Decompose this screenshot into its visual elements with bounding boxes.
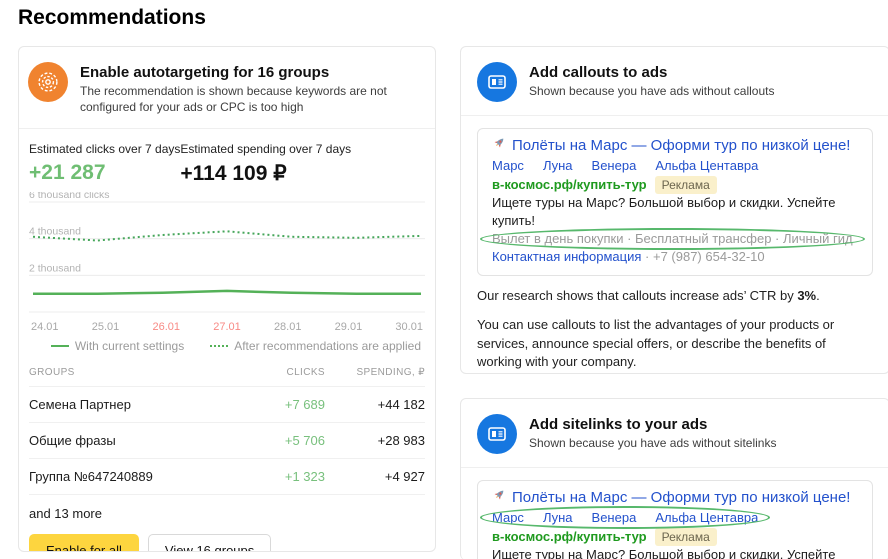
- callouts-usage-text: You can use callouts to list the advanta…: [477, 316, 873, 371]
- groups-table: GROUPS CLICKS SPENDING, ₽ Семена Партнер…: [29, 361, 425, 521]
- autotargeting-target-icon: [28, 62, 68, 102]
- ad-badge: Реклама: [655, 528, 717, 546]
- stat-value: +114 109 ₽: [180, 161, 351, 186]
- x-tick-label: 24.01: [31, 321, 59, 333]
- card-title: Add callouts to ads: [529, 64, 775, 81]
- view-groups-button[interactable]: View 16 groups: [148, 534, 271, 552]
- chart-legend: With current settings After recommendati…: [29, 333, 425, 353]
- clicks-cell: +5 706: [240, 433, 325, 448]
- ad-badge: Реклама: [655, 176, 717, 194]
- ad-sitelink[interactable]: Венера: [592, 509, 637, 527]
- estimated-spending-stat: Estimated spending over 7 days +114 109 …: [180, 142, 351, 186]
- clicks-cell: +1 323: [240, 469, 325, 484]
- estimated-clicks-stat: Estimated clicks over 7 days +21 287: [29, 142, 180, 186]
- spending-cell: +4 927: [325, 469, 425, 484]
- ad-display-url[interactable]: в-космос.рф/купить-тур: [492, 529, 647, 544]
- ad-card-icon: [477, 414, 517, 454]
- table-row: Группа №647240889+1 323+4 927: [29, 459, 425, 495]
- ad-sitelink[interactable]: Луна: [543, 509, 573, 527]
- legend-label: With current settings: [75, 339, 184, 353]
- stat-label: Estimated clicks over 7 days: [29, 142, 180, 156]
- ad-sitelink[interactable]: Альфа Центавра: [655, 157, 758, 175]
- legend-item-after: After recommendations are applied: [210, 339, 421, 353]
- enable-for-all-button[interactable]: Enable for all: [29, 534, 139, 552]
- groups-table-header: GROUPS CLICKS SPENDING, ₽: [29, 361, 425, 387]
- sitelinks-card: Add sitelinks to your ads Shown because …: [460, 398, 888, 559]
- legend-label: After recommendations are applied: [234, 339, 421, 353]
- spending-cell: +44 182: [325, 397, 425, 412]
- callouts-card: Add callouts to ads Shown because you ha…: [460, 46, 888, 374]
- stat-label: Estimated spending over 7 days: [180, 142, 351, 156]
- column-header-groups: GROUPS: [29, 367, 240, 378]
- ad-sitelink[interactable]: Марс: [492, 509, 524, 527]
- stat-value: +21 287: [29, 161, 180, 185]
- chart-x-axis: 24.01 25.01 26.01 27.01 28.01 29.01 30.01: [29, 318, 425, 333]
- ad-sitelink[interactable]: Альфа Центавра: [655, 509, 758, 527]
- rocket-icon: [492, 136, 506, 156]
- separator-dot: ·: [645, 249, 649, 264]
- svg-text:2 thousand: 2 thousand: [29, 263, 81, 275]
- ad-sitelink[interactable]: Луна: [543, 157, 573, 175]
- ad-sitelinks-row: Марс Луна Венера Альфа Центавра: [492, 157, 858, 175]
- group-name-cell: Общие фразы: [29, 433, 240, 448]
- ad-title-link[interactable]: Полёты на Марс — Оформи тур по низкой це…: [512, 488, 850, 508]
- and-more-label: and 13 more: [29, 495, 425, 521]
- ad-card-icon: [477, 62, 517, 102]
- group-name-cell: Семена Партнер: [29, 397, 240, 412]
- spending-cell: +28 983: [325, 433, 425, 448]
- ad-display-url[interactable]: в-космос.рф/купить-тур: [492, 177, 647, 192]
- chart-canvas: 6 thousand clicks 4 thousand 2 thousand: [29, 192, 425, 318]
- svg-text:4 thousand: 4 thousand: [29, 226, 81, 238]
- card-subtitle: Shown because you have ads without sitel…: [529, 436, 776, 452]
- ad-title-link[interactable]: Полёты на Марс — Оформи тур по низкой це…: [512, 136, 850, 156]
- dotted-line-swatch-icon: [210, 345, 228, 347]
- group-name-cell: Группа №647240889: [29, 469, 240, 484]
- card-title: Add sitelinks to your ads: [529, 416, 776, 433]
- ad-sitelink[interactable]: Марс: [492, 157, 524, 175]
- ad-contact-phone: +7 (987) 654-32-10: [653, 249, 765, 264]
- x-tick-label: 27.01: [213, 321, 241, 333]
- x-tick-label: 25.01: [92, 321, 120, 333]
- svg-text:6 thousand clicks: 6 thousand clicks: [29, 192, 110, 201]
- x-tick-label: 28.01: [274, 321, 302, 333]
- ad-description: Ищете туры на Марс? Большой выбор и скид…: [492, 546, 858, 559]
- ad-description: Ищете туры на Марс? Большой выбор и скид…: [492, 194, 858, 230]
- autotargeting-actions: Enable for all View 16 groups: [19, 521, 435, 552]
- ad-preview: Полёты на Марс — Оформи тур по низкой це…: [477, 480, 873, 559]
- autotargeting-card-header: Enable autotargeting for 16 groups The r…: [19, 47, 435, 129]
- x-tick-label: 30.01: [395, 321, 423, 333]
- page-title: Recommendations: [18, 6, 206, 30]
- ad-sitelinks-highlight: Марс Луна Венера Альфа Центавра: [492, 508, 758, 527]
- clicks-forecast-chart: 6 thousand clicks 4 thousand 2 thousand 24…: [19, 186, 435, 353]
- table-row: Семена Партнер+7 689+44 182: [29, 387, 425, 423]
- column-header-clicks: CLICKS: [240, 367, 325, 378]
- ad-preview: Полёты на Марс — Оформи тур по низкой це…: [477, 128, 873, 276]
- x-tick-label: 26.01: [152, 321, 180, 333]
- solid-line-swatch-icon: [51, 345, 69, 347]
- ad-callouts-line: Вылет в день покупки · Бесплатный трансф…: [492, 230, 853, 248]
- x-tick-label: 29.01: [335, 321, 363, 333]
- ad-sitelinks-row: Марс Луна Венера Альфа Центавра: [492, 509, 758, 527]
- legend-item-current: With current settings: [51, 339, 184, 353]
- groups-table-body: Семена Партнер+7 689+44 182Общие фразы+5…: [29, 387, 425, 495]
- sitelinks-card-header: Add sitelinks to your ads Shown because …: [461, 399, 888, 468]
- table-row: Общие фразы+5 706+28 983: [29, 423, 425, 459]
- estimates-row: Estimated clicks over 7 days +21 287 Est…: [19, 129, 435, 186]
- clicks-cell: +7 689: [240, 397, 325, 412]
- ad-contact-link[interactable]: Контактная информация: [492, 249, 641, 264]
- card-subtitle: Shown because you have ads without callo…: [529, 84, 775, 100]
- callouts-research-text: Our research shows that callouts increas…: [477, 287, 873, 305]
- card-title: Enable autotargeting for 16 groups: [80, 64, 425, 81]
- rocket-icon: [492, 488, 506, 508]
- callouts-card-header: Add callouts to ads Shown because you ha…: [461, 47, 888, 116]
- ad-sitelink[interactable]: Венера: [592, 157, 637, 175]
- card-subtitle: The recommendation is shown because keyw…: [80, 84, 425, 115]
- column-header-spending: SPENDING, ₽: [325, 367, 425, 378]
- autotargeting-card: Enable autotargeting for 16 groups The r…: [18, 46, 436, 552]
